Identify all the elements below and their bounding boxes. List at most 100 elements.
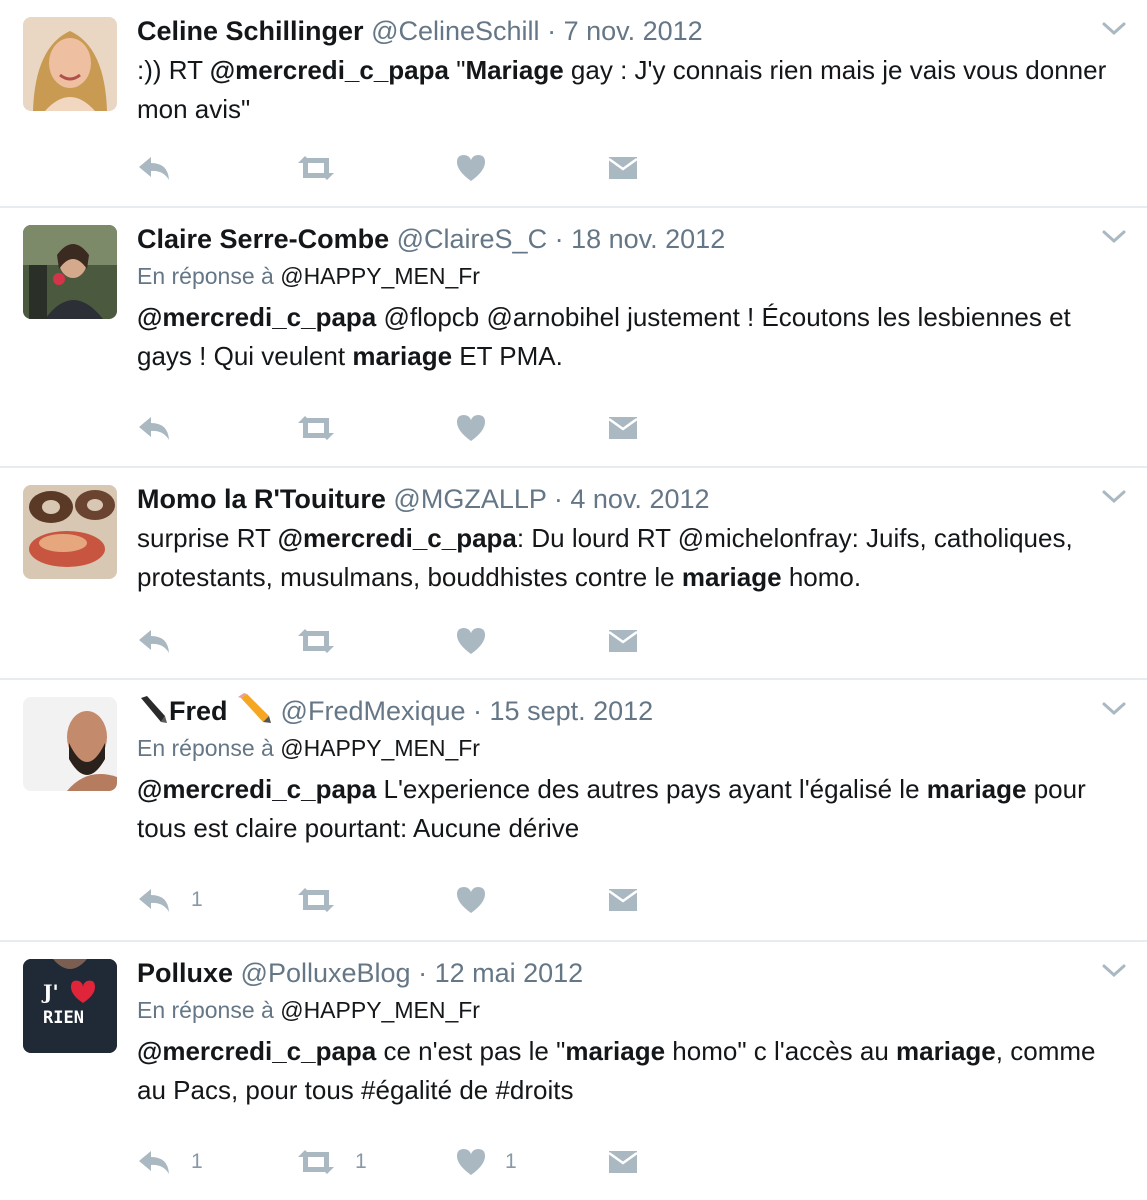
author-name[interactable]: Momo la R'Touiture bbox=[137, 484, 386, 514]
retweet-icon bbox=[298, 156, 334, 180]
reply-context: En réponse à @HAPPY_MEN_Fr bbox=[137, 732, 1117, 764]
avatar[interactable] bbox=[23, 485, 117, 579]
heart-icon bbox=[457, 415, 485, 441]
author-handle[interactable]: @PolluxeBlog bbox=[241, 958, 411, 988]
mention[interactable]: @mercredi_c_papa bbox=[210, 55, 449, 85]
text-segment: :)) RT bbox=[137, 55, 210, 85]
keyword: mariage bbox=[352, 341, 453, 371]
tweet-2[interactable]: Claire Serre-Combe @ClaireS_C · 18 nov. … bbox=[0, 208, 1147, 468]
separator: · bbox=[547, 224, 572, 254]
retweet-icon bbox=[298, 629, 334, 653]
avatar[interactable] bbox=[23, 697, 117, 791]
reply-user[interactable]: @HAPPY_MEN_Fr bbox=[280, 735, 480, 761]
message-button[interactable] bbox=[607, 1142, 639, 1182]
retweet-button[interactable] bbox=[295, 408, 337, 448]
keyword: mariage bbox=[565, 1036, 666, 1066]
author-handle[interactable]: @CelineSchill bbox=[371, 16, 539, 46]
tweet-4[interactable]: Fred @FredMexique · 15 sept. 2012 En rép… bbox=[0, 680, 1147, 942]
retweet-button[interactable]: 1 bbox=[295, 1142, 367, 1182]
retweet-icon bbox=[298, 888, 334, 912]
reply-user[interactable]: @HAPPY_MEN_Fr bbox=[280, 263, 480, 289]
like-button[interactable] bbox=[455, 621, 487, 661]
tweet-date[interactable]: 18 nov. 2012 bbox=[571, 224, 725, 254]
avatar[interactable]: J' RIEN bbox=[23, 959, 117, 1053]
reply-button[interactable] bbox=[137, 148, 173, 188]
tweet-date[interactable]: 7 nov. 2012 bbox=[564, 16, 703, 46]
envelope-icon bbox=[608, 630, 638, 652]
retweet-button[interactable] bbox=[295, 880, 337, 920]
text-segment: L'experience des autres pays ayant l'éga… bbox=[376, 774, 927, 804]
keyword: mariage bbox=[926, 774, 1027, 804]
author-handle[interactable]: @FredMexique bbox=[281, 696, 466, 726]
reply-context: En réponse à @HAPPY_MEN_Fr bbox=[137, 994, 1117, 1026]
avatar[interactable] bbox=[23, 17, 117, 111]
text-segment: surprise RT bbox=[137, 523, 278, 553]
avatar-text: RIEN bbox=[43, 1008, 84, 1028]
author-handle[interactable]: @MGZALLP bbox=[393, 484, 546, 514]
author-name[interactable]: Claire Serre-Combe bbox=[137, 224, 389, 254]
tweet-date[interactable]: 4 nov. 2012 bbox=[570, 484, 709, 514]
message-button[interactable] bbox=[607, 621, 639, 661]
reply-icon bbox=[139, 889, 169, 912]
reply-button[interactable] bbox=[137, 621, 173, 661]
text-segment: ce n'est pas le " bbox=[376, 1036, 566, 1066]
retweet-button[interactable] bbox=[295, 148, 337, 188]
envelope-icon bbox=[608, 157, 638, 179]
author-name[interactable]: Celine Schillinger bbox=[137, 16, 364, 46]
tweet-1[interactable]: Celine Schillinger @CelineSchill · 7 nov… bbox=[0, 0, 1147, 208]
chevron-down-icon[interactable] bbox=[1101, 700, 1127, 718]
keyword: Mariage bbox=[465, 55, 564, 85]
author-name[interactable]: Polluxe bbox=[137, 958, 233, 988]
tweet-header: Fred @FredMexique · 15 sept. 2012 bbox=[137, 692, 1117, 730]
reply-icon bbox=[139, 1151, 169, 1174]
tweet-header: Celine Schillinger @CelineSchill · 7 nov… bbox=[137, 12, 1117, 50]
tweet-date[interactable]: 15 sept. 2012 bbox=[490, 696, 654, 726]
message-button[interactable] bbox=[607, 148, 639, 188]
reply-button[interactable]: 1 bbox=[137, 880, 203, 920]
reply-context: En réponse à @HAPPY_MEN_Fr bbox=[137, 260, 1117, 292]
tweet-text: @mercredi_c_papa L'experience des autres… bbox=[137, 770, 1117, 848]
message-button[interactable] bbox=[607, 408, 639, 448]
text-segment: homo. bbox=[781, 562, 862, 592]
like-button[interactable] bbox=[455, 408, 487, 448]
tweet-text: @mercredi_c_papa ce n'est pas le "mariag… bbox=[137, 1032, 1117, 1110]
reply-prefix: En réponse à bbox=[137, 263, 281, 289]
retweet-icon bbox=[298, 1150, 334, 1174]
avatar-text: J' bbox=[41, 980, 59, 1004]
mention[interactable]: @mercredi_c_papa bbox=[278, 523, 517, 553]
author-handle[interactable]: @ClaireS_C bbox=[397, 224, 547, 254]
heart-icon bbox=[457, 628, 485, 654]
mention[interactable]: @mercredi_c_papa bbox=[137, 774, 376, 804]
text-segment: " bbox=[448, 55, 466, 85]
chevron-down-icon[interactable] bbox=[1101, 962, 1127, 980]
like-button[interactable] bbox=[455, 148, 487, 188]
reply-icon bbox=[139, 157, 169, 180]
keyword: mariage bbox=[681, 562, 782, 592]
heart-icon bbox=[457, 887, 485, 913]
like-count: 1 bbox=[505, 1150, 517, 1173]
reply-prefix: En réponse à bbox=[137, 997, 281, 1023]
reply-button[interactable]: 1 bbox=[137, 1142, 203, 1182]
mention[interactable]: @mercredi_c_papa bbox=[137, 302, 376, 332]
heart-icon bbox=[457, 1149, 485, 1175]
retweet-button[interactable] bbox=[295, 621, 337, 661]
mention[interactable]: @mercredi_c_papa bbox=[137, 1036, 376, 1066]
heart-icon bbox=[457, 155, 485, 181]
message-button[interactable] bbox=[607, 880, 639, 920]
like-button[interactable]: 1 bbox=[455, 1142, 517, 1182]
retweet-icon bbox=[298, 416, 334, 440]
chevron-down-icon[interactable] bbox=[1101, 20, 1127, 38]
tweet-date[interactable]: 12 mai 2012 bbox=[435, 958, 584, 988]
chevron-down-icon[interactable] bbox=[1101, 488, 1127, 506]
reply-button[interactable] bbox=[137, 408, 173, 448]
tweet-5[interactable]: J' RIEN Polluxe @PolluxeBlog · 12 mai 20… bbox=[0, 942, 1147, 1200]
like-button[interactable] bbox=[455, 880, 487, 920]
chevron-down-icon[interactable] bbox=[1101, 228, 1127, 246]
tweet-3[interactable]: Momo la R'Touiture @MGZALLP · 4 nov. 201… bbox=[0, 468, 1147, 680]
tweet-header: Claire Serre-Combe @ClaireS_C · 18 nov. … bbox=[137, 220, 1117, 258]
reply-user[interactable]: @HAPPY_MEN_Fr bbox=[280, 997, 480, 1023]
avatar[interactable] bbox=[23, 225, 117, 319]
author-name[interactable]: Fred bbox=[169, 696, 228, 726]
separator: · bbox=[465, 696, 490, 726]
separator: · bbox=[546, 484, 571, 514]
